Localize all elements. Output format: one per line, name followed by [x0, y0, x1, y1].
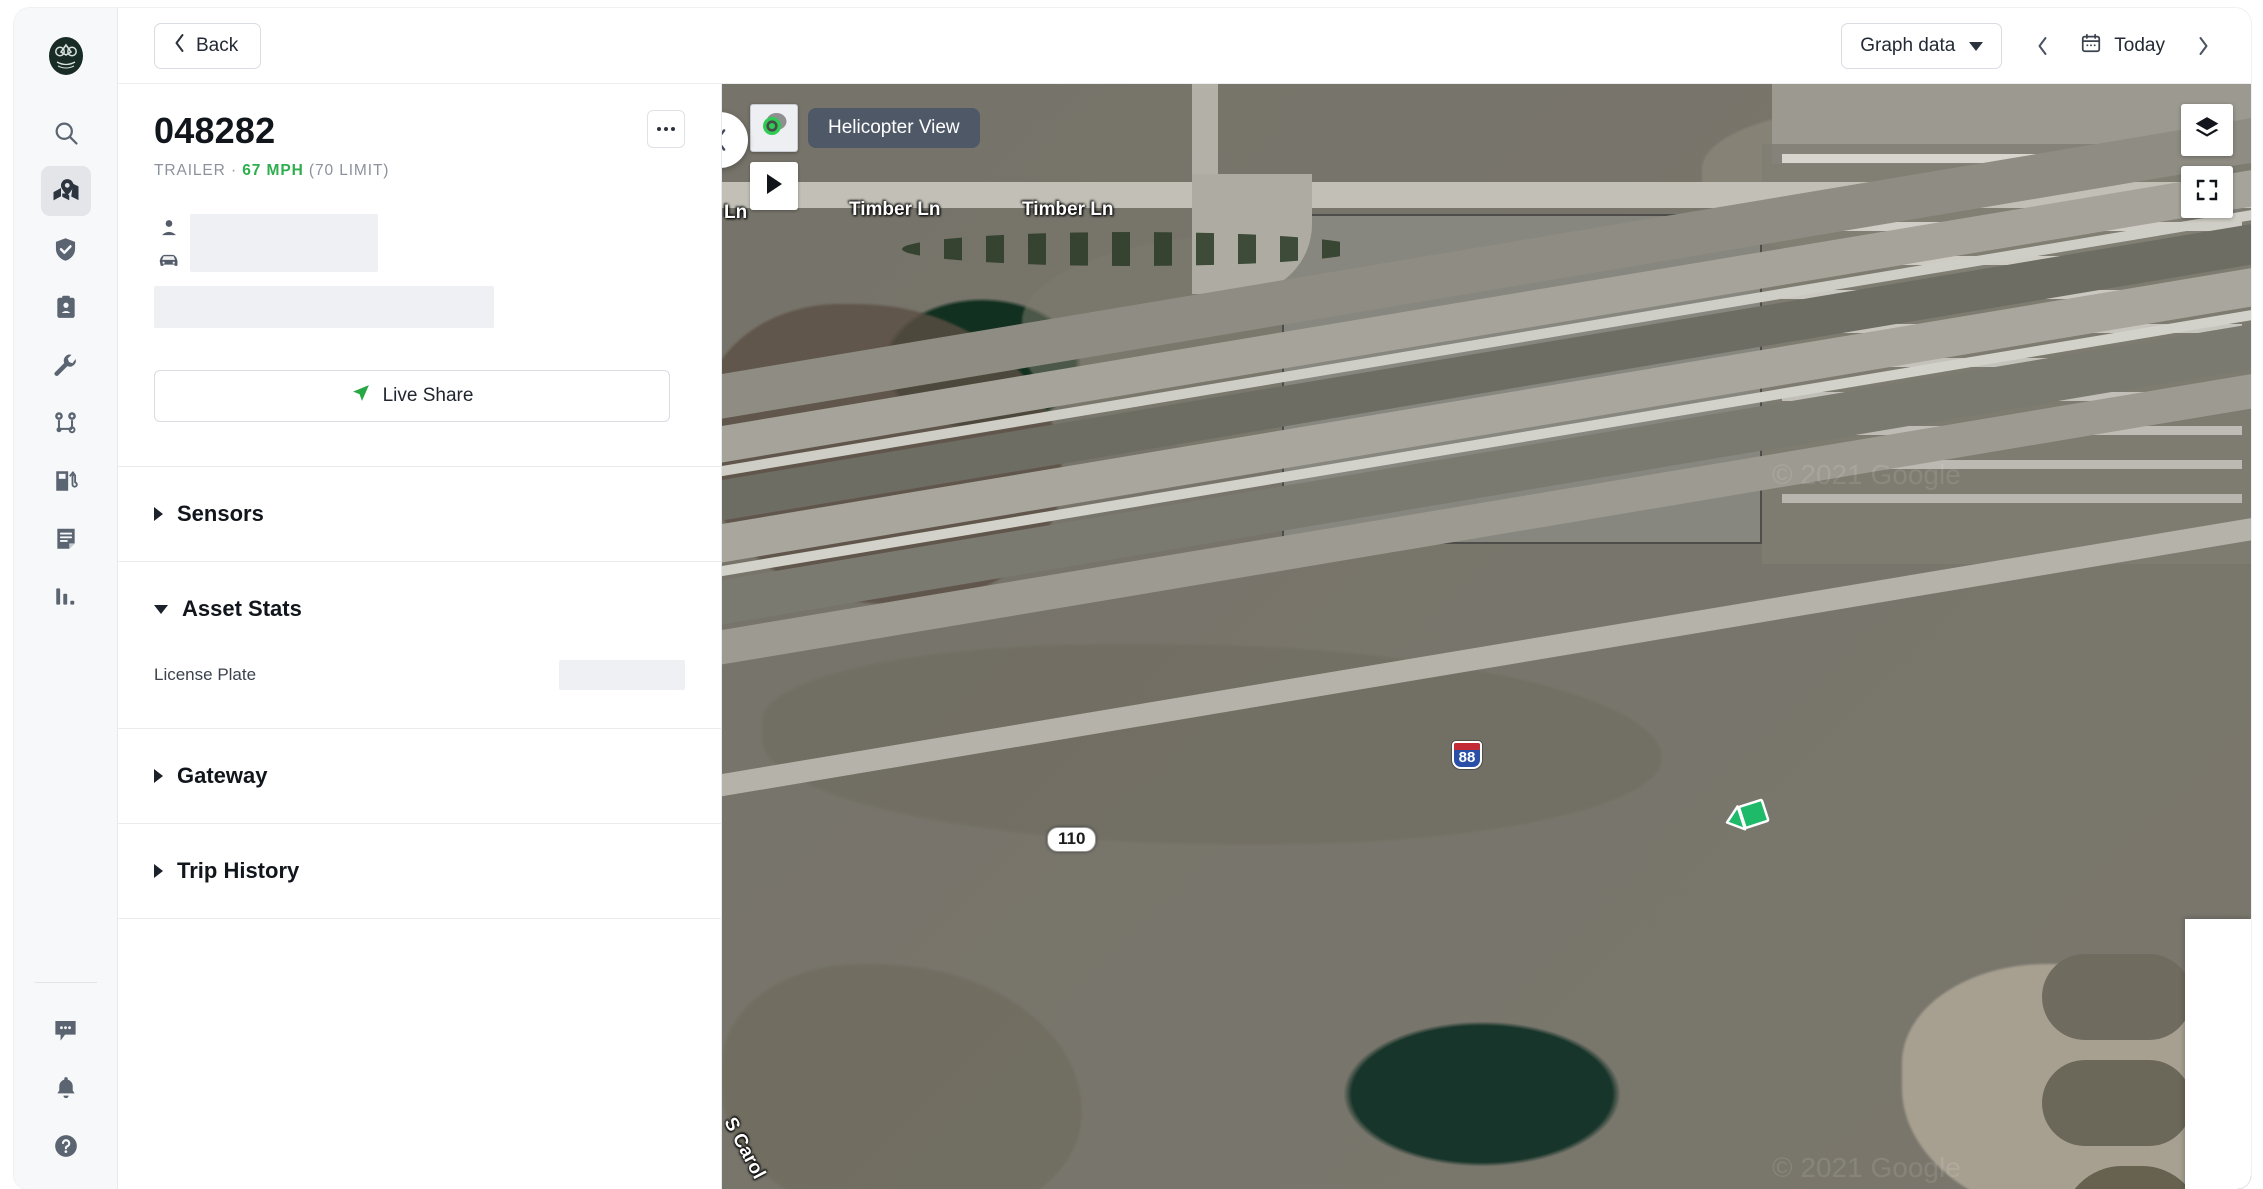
helicopter-view-button[interactable] [750, 104, 798, 152]
sidebar-item-messages[interactable] [41, 1005, 91, 1055]
back-button[interactable]: Back [154, 22, 262, 69]
sidebar-item-compliance[interactable] [41, 282, 91, 332]
layers-icon [2194, 115, 2220, 146]
section-title-gateway: Gateway [177, 763, 268, 788]
nav-bottom-items [34, 972, 97, 1189]
layers-button[interactable] [2181, 104, 2233, 156]
sidebar-item-documents[interactable] [41, 514, 91, 564]
next-date-button[interactable] [2183, 26, 2223, 66]
panel-sections: Sensors Asset Stats License Plate Gatewa… [118, 466, 721, 958]
stat-value-license-plate-redacted [559, 660, 685, 690]
fullscreen-button[interactable] [2181, 166, 2233, 218]
left-nav-rail [14, 8, 118, 1189]
sidebar-item-maintenance[interactable] [41, 340, 91, 390]
nav-items [40, 108, 91, 622]
chevron-right-icon [154, 864, 163, 878]
satellite-imagery [722, 84, 2251, 1189]
driver-name-redacted [190, 214, 378, 272]
stat-row-license-plate: License Plate [154, 656, 685, 694]
play-icon [764, 173, 784, 200]
route-shield: 110 [1047, 827, 1097, 852]
map-view[interactable]: © 2021 Google © 2021 Google Ln Timber Ln… [722, 84, 2251, 1189]
stat-label-license-plate: License Plate [154, 665, 257, 684]
play-button[interactable] [750, 162, 798, 210]
section-header-asset-stats[interactable]: Asset Stats [154, 562, 685, 656]
sidebar-item-dispatch[interactable] [41, 398, 91, 448]
interstate-shield: 88 [1452, 741, 1482, 769]
sidebar-item-help[interactable] [41, 1121, 91, 1171]
graph-data-dropdown[interactable]: Graph data [1841, 22, 2003, 69]
ellipsis-icon [657, 127, 675, 131]
fullscreen-icon [2195, 178, 2219, 207]
subtitle-separator: · [230, 162, 238, 179]
section-sensors: Sensors [118, 466, 721, 561]
graph-data-label: Graph data [1860, 34, 1956, 56]
speed-limit-label: (70 LIMIT) [308, 162, 390, 179]
section-header-sensors[interactable]: Sensors [154, 467, 685, 561]
sidebar-item-fuel[interactable] [41, 456, 91, 506]
live-share-label: Live Share [382, 385, 474, 406]
asset-meta-rows [154, 214, 685, 328]
map-playback-controls: Helicopter View [750, 104, 980, 210]
map-side-card[interactable] [2185, 919, 2251, 1189]
panel-header: 048282 TRAILER · 67 MPH (70 LIMIT) [118, 84, 721, 180]
section-title-asset-stats: Asset Stats [182, 596, 302, 621]
person-icon [159, 218, 179, 243]
date-picker-today[interactable]: Today [2068, 26, 2177, 66]
topbar-right-controls: Graph data Today [1841, 22, 2223, 69]
top-bar: Back Graph data Today [118, 8, 2251, 84]
section-title-trip-history: Trip History [177, 858, 300, 883]
window-shell: Back Graph data Today 048282 TRAILER · 6… [14, 8, 2251, 1189]
sidebar-item-search[interactable] [41, 108, 91, 158]
calendar-icon [2080, 32, 2102, 60]
back-label: Back [196, 34, 239, 56]
live-share-button[interactable]: Live Share [154, 370, 670, 422]
helicopter-view-icon [757, 109, 791, 148]
prev-date-button[interactable] [2022, 26, 2062, 66]
sidebar-item-reports[interactable] [41, 572, 91, 622]
car-icon [158, 251, 180, 274]
map-right-controls [2181, 104, 2233, 218]
sidebar-item-safety[interactable] [41, 224, 91, 274]
asset-subtitle: TRAILER · 67 MPH (70 LIMIT) [154, 162, 685, 180]
app-root: Back Graph data Today 048282 TRAILER · 6… [0, 0, 2263, 1189]
owl-logo-icon[interactable] [43, 34, 89, 80]
section-bottom-divider [118, 918, 721, 958]
chevron-down-icon [154, 604, 168, 614]
sidebar-item-notifications[interactable] [41, 1063, 91, 1113]
driver-vehicle-row [154, 214, 685, 274]
chevron-right-icon [154, 507, 163, 521]
page-title: 048282 [154, 110, 276, 151]
meta-icon-column [154, 214, 184, 274]
section-gateway: Gateway [118, 728, 721, 823]
asset-detail-panel: 048282 TRAILER · 67 MPH (70 LIMIT) Live … [118, 84, 722, 1189]
asset-type-label: TRAILER [154, 162, 226, 179]
more-actions-button[interactable] [647, 110, 685, 148]
section-header-trip-history[interactable]: Trip History [154, 824, 685, 918]
chevron-right-icon [154, 769, 163, 783]
speed-value: 67 MPH [242, 162, 304, 179]
date-label: Today [2114, 34, 2165, 56]
navigation-arrow-icon [351, 383, 371, 409]
helicopter-view-tooltip: Helicopter View [808, 108, 980, 148]
sidebar-item-map[interactable] [40, 166, 91, 216]
section-asset-stats: Asset Stats License Plate [118, 561, 721, 728]
section-trip-history: Trip History [118, 823, 721, 918]
chevron-down-icon [1969, 35, 1984, 57]
asset-address-redacted [154, 286, 494, 328]
section-title-sensors: Sensors [177, 501, 264, 526]
asset-stats-body: License Plate [154, 656, 685, 728]
section-header-gateway[interactable]: Gateway [154, 729, 685, 823]
rail-divider [34, 982, 97, 983]
helicopter-view-row: Helicopter View [750, 104, 980, 152]
chevron-left-icon [173, 33, 186, 59]
